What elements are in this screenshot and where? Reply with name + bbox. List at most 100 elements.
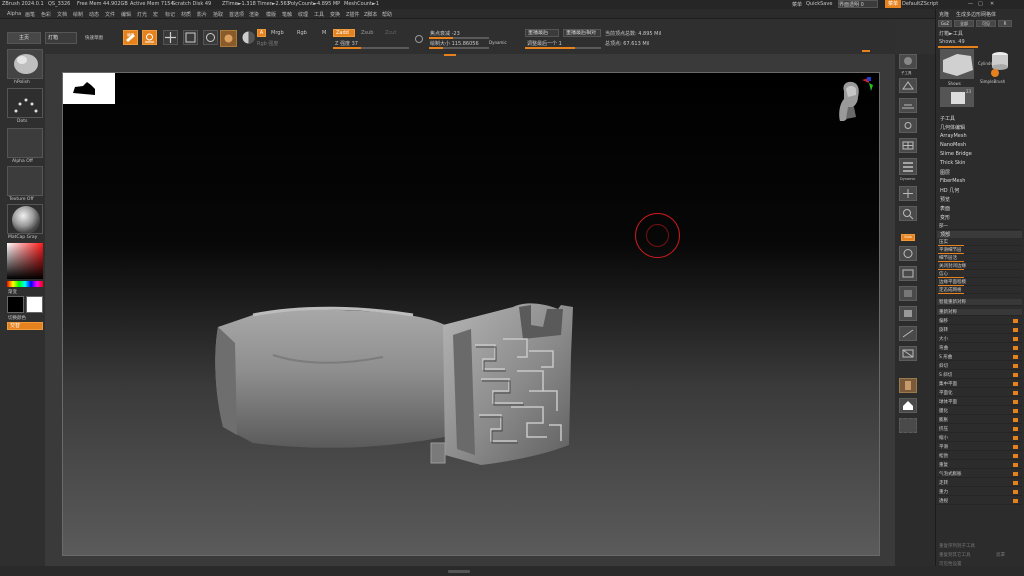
menu-item[interactable]: 色彩 xyxy=(41,11,51,18)
arraymesh-menu[interactable]: ArrayMesh xyxy=(940,133,967,139)
alpha-thumbnail[interactable] xyxy=(7,128,43,158)
rgb-button[interactable]: Rgb xyxy=(297,30,307,36)
m-button[interactable]: M xyxy=(322,30,326,36)
close-icon[interactable]: ✕ xyxy=(990,1,994,7)
deform-row[interactable]: 信心 xyxy=(937,271,1022,278)
floor-button[interactable] xyxy=(899,98,917,113)
layers-menu[interactable]: 图层 xyxy=(940,169,950,176)
subtool-shelf-button[interactable] xyxy=(899,54,917,69)
goz-button[interactable]: GoZ xyxy=(938,20,952,27)
menu-item[interactable]: Z插件 xyxy=(346,11,359,18)
deform-row[interactable]: 关闭封闭边缘 xyxy=(937,263,1022,270)
deform-row[interactable]: 压实 xyxy=(937,239,1022,246)
restore-icon[interactable]: □ xyxy=(978,1,983,7)
draw-button[interactable] xyxy=(142,30,157,45)
frame-button[interactable] xyxy=(899,266,917,281)
deform-row[interactable]: 膜化 xyxy=(937,408,1022,415)
switch-color-label[interactable]: 切换颜色 xyxy=(8,315,26,321)
menu-item[interactable]: Z脚本 xyxy=(364,11,377,18)
scale-button[interactable] xyxy=(183,30,198,45)
r-button[interactable]: R xyxy=(998,20,1012,27)
deform-row[interactable]: 部一 xyxy=(937,223,1022,230)
menu-item[interactable]: 笔触 xyxy=(282,11,292,18)
deform-row[interactable]: 集中平面 xyxy=(937,381,1022,388)
deform-row[interactable]: 气泡式膨胀 xyxy=(937,471,1022,478)
menu-item[interactable]: 帮助 xyxy=(382,11,392,18)
polyframe-button[interactable] xyxy=(899,346,917,361)
sculptris-button[interactable] xyxy=(220,30,237,47)
brush-thumbnail[interactable] xyxy=(7,49,43,79)
geometry-menu[interactable]: 几何体编辑 xyxy=(940,124,965,131)
deform-row[interactable]: 偏移 xyxy=(937,318,1022,325)
minimize-icon[interactable]: — xyxy=(968,1,973,7)
perspective-button[interactable] xyxy=(899,78,917,93)
quick-sketch-label[interactable]: 快速草图 xyxy=(85,35,103,41)
draw-size-slider[interactable]: 绘制大小 115.86056 xyxy=(430,40,479,47)
nanomesh-menu[interactable]: NanoMesh xyxy=(940,142,966,148)
menu-item[interactable]: 动态 xyxy=(89,11,99,18)
menu-item[interactable]: 文件 xyxy=(105,11,115,18)
slimebridge-menu[interactable]: Slime Bridge xyxy=(940,151,972,157)
deform-row[interactable]: S 斜切 xyxy=(937,372,1022,379)
deform-row[interactable]: 弯曲 xyxy=(937,345,1022,352)
surface-menu[interactable]: 表面 xyxy=(940,205,950,212)
solo-button[interactable]: Solo xyxy=(901,234,915,241)
masking-menu[interactable]: 遮罩 xyxy=(996,552,1005,558)
texture-thumbnail[interactable] xyxy=(7,166,43,196)
dynamic-button[interactable]: Dynamic xyxy=(489,40,507,45)
menu-item[interactable]: 影片 xyxy=(197,11,207,18)
menus-label[interactable]: 菜单 xyxy=(792,1,802,8)
fibermesh-menu[interactable]: FiberMesh xyxy=(940,178,965,184)
deform-row[interactable]: 斜切 xyxy=(937,363,1022,370)
spotlight-icon[interactable] xyxy=(241,30,256,45)
edit-button[interactable]: 编辑 xyxy=(123,30,138,45)
menu-item[interactable]: 首选项 xyxy=(229,11,244,18)
menu-item[interactable]: 纹理 xyxy=(298,11,308,18)
menu-item[interactable]: 编辑 xyxy=(121,11,131,18)
deform-row[interactable]: 重新对称 xyxy=(937,309,1022,316)
zcut-button[interactable]: Zcut xyxy=(385,30,396,36)
menu-item[interactable]: 文档 xyxy=(57,11,67,18)
deform-row[interactable]: 重力 xyxy=(937,489,1022,496)
document-viewport[interactable] xyxy=(62,72,880,556)
deform-row[interactable]: 缩小 xyxy=(937,435,1022,442)
pan-button[interactable] xyxy=(899,186,917,201)
menu-item[interactable]: 材质 xyxy=(181,11,191,18)
deform-row[interactable]: 球体平面 xyxy=(937,399,1022,406)
menu-item[interactable]: 绘制 xyxy=(73,11,83,18)
grid-button[interactable] xyxy=(899,138,917,153)
deform-row[interactable]: 智能重新对称 xyxy=(937,299,1022,306)
focal-shift-slider[interactable]: 焦点衰减 -23 xyxy=(430,30,460,37)
thickskin-menu[interactable]: Thick Skin xyxy=(940,160,965,166)
material-thumbnail[interactable] xyxy=(7,204,43,234)
repeat-to-other[interactable]: 重复到其它工具 xyxy=(939,552,971,558)
deform-row[interactable]: 旋转 xyxy=(937,327,1022,334)
lightbox-tool-link[interactable]: 灯箱►工具 xyxy=(939,30,963,37)
top-scroll-indicator[interactable] xyxy=(444,54,456,56)
a-button[interactable]: A xyxy=(257,29,266,37)
transp-button[interactable] xyxy=(899,286,917,301)
mrgb-button[interactable]: Mrgb xyxy=(271,30,284,36)
visible-button[interactable]: 可见 xyxy=(976,20,996,27)
rotate-button[interactable] xyxy=(203,30,218,45)
replay-last-button[interactable]: 重播最后 xyxy=(525,29,559,37)
deform-header[interactable]: 顶部 xyxy=(937,231,1022,238)
menu-item[interactable]: 标记 xyxy=(165,11,175,18)
quicksave-button[interactable]: QuickSave xyxy=(806,1,832,7)
deform-row[interactable]: 透视 xyxy=(937,498,1022,505)
zoom-button[interactable] xyxy=(899,206,917,221)
deform-row[interactable]: 边缘平面程模 xyxy=(937,279,1022,286)
deform-row[interactable]: 重复 xyxy=(937,462,1022,469)
menu-item[interactable]: 画笔 xyxy=(25,11,35,18)
navigation-cube[interactable] xyxy=(836,77,876,127)
dotted-frame-button[interactable] xyxy=(899,418,917,433)
deform-row[interactable]: 走转 xyxy=(937,480,1022,487)
menu-item[interactable]: 宏 xyxy=(153,11,158,18)
ghost-button[interactable] xyxy=(899,306,917,321)
panel-tab[interactable]: 生成多边形网格体 xyxy=(956,11,996,18)
alternate-button[interactable]: 交替 xyxy=(7,322,43,330)
repeat-to-subtool[interactable]: 重复序列到子工具 xyxy=(939,543,975,549)
menu-button[interactable]: 菜单 xyxy=(885,0,902,8)
rotate-view-button[interactable] xyxy=(899,246,917,261)
menu-item[interactable]: 拾取 xyxy=(213,11,223,18)
